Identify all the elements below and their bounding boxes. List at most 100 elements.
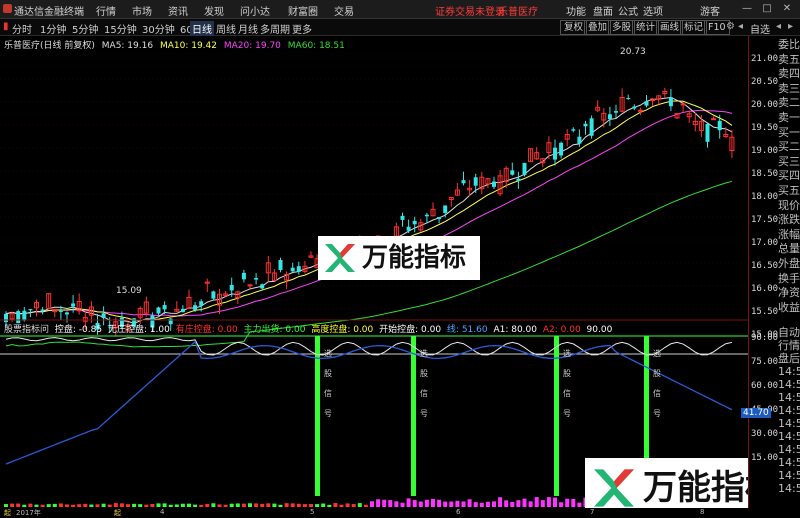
candle-body (211, 291, 216, 299)
quote-field-label: 卖四 (778, 67, 800, 81)
candle-body (717, 120, 722, 131)
candle-body (28, 309, 33, 311)
menu-quotes[interactable]: 行情 (96, 3, 116, 18)
control-bar (278, 504, 283, 507)
control-bar (327, 504, 332, 507)
period-daily[interactable]: 日线 (190, 21, 214, 36)
date-month-4: 4 (160, 508, 165, 516)
next-arrow-icon[interactable]: ▸ (788, 21, 793, 32)
stock-name-label: 乐普医疗(日线 前复权) (4, 41, 95, 51)
sub-legend-item: A2: 0.00 (540, 325, 581, 335)
candle-body (711, 118, 717, 121)
control-bar (101, 503, 106, 507)
period-weekly[interactable]: 周线 (216, 21, 236, 36)
quote-field-label: 总量 (778, 242, 800, 256)
control-bar (382, 499, 387, 507)
period-15min[interactable]: 15分钟 (104, 21, 137, 36)
candle-body (260, 284, 265, 289)
menu-news[interactable]: 资讯 (168, 3, 188, 18)
sub-legend: 股票指标问 控盘: -0.85 无庄控盘: 1.00 有庄控盘: 0.00 主力… (4, 322, 612, 335)
layout-icon[interactable]: ▮ (3, 21, 9, 32)
draw-button[interactable]: 画线 (656, 20, 684, 35)
trade-login-notice[interactable]: 证券交易未登录 (435, 3, 505, 18)
tick-time-label: 14:5 (778, 404, 800, 417)
signal-text-char: 号 (324, 409, 332, 418)
menu-market[interactable]: 市场 (132, 3, 152, 18)
period-1min[interactable]: 1分钟 (40, 21, 66, 36)
app-logo-icon (3, 4, 12, 13)
menu-assistant[interactable]: 问小达 (240, 3, 270, 18)
price-tick: 18.50 (751, 169, 779, 179)
control-bar (321, 503, 326, 507)
mark-button[interactable]: 标记 (680, 20, 708, 35)
menu-trade[interactable]: 交易 (334, 3, 354, 18)
ma5-label: MA5: 19.16 (101, 41, 154, 51)
control-bar (168, 504, 173, 507)
menu-function[interactable]: 功能 (566, 3, 586, 18)
candle-body (162, 305, 167, 310)
period-intraday[interactable]: 分时 (12, 21, 32, 36)
control-bar (162, 503, 167, 507)
control-bar (309, 504, 313, 507)
maximize-icon[interactable]: □ (760, 2, 774, 15)
candle-body (626, 98, 631, 100)
right-panel: 21.00 20.50 20.00 19.50 19.00 18.50 18.00 17.50… (741, 36, 800, 508)
multi-stock-button[interactable]: 多股 (608, 20, 636, 35)
control-bar (553, 497, 557, 507)
control-bar (174, 504, 179, 507)
signal-text-char: 选 (420, 348, 428, 358)
price-tick: 19.00 (751, 146, 779, 156)
control-bar (113, 503, 118, 507)
stats-button[interactable]: 统计 (632, 20, 660, 35)
price-tick: 20.00 (751, 100, 779, 110)
signal-text-char: 信 (420, 388, 428, 398)
menu-options[interactable]: 选项 (643, 3, 663, 18)
control-bar (571, 498, 576, 507)
candle-body (193, 305, 198, 310)
sub-legend-item: 有庄控盘: 0.00 (172, 325, 238, 335)
period-more[interactable]: 更多 (292, 21, 312, 36)
control-bar (34, 504, 39, 507)
minimize-icon[interactable]: — (740, 2, 754, 15)
menu-discover[interactable]: 发现 (204, 3, 224, 18)
control-bar (107, 504, 112, 507)
close-icon[interactable]: ✕ (780, 2, 794, 15)
ma60-label: MA60: 18.51 (287, 41, 345, 51)
control-bar (534, 497, 539, 507)
signal-text-char: 选 (324, 348, 332, 358)
control-bar (333, 503, 338, 507)
sub-legend-item: 控盘: -0.85 (54, 325, 103, 335)
tick-time-label: 14:5 (778, 417, 800, 430)
nav-watchlist[interactable]: 自选 (750, 21, 770, 36)
control-bar (266, 503, 271, 507)
current-stock-tab[interactable]: 乐普医疗 (498, 3, 538, 18)
title-bar: 通达信金融终端 行情 市场 资讯 发现 问小达 财富圈 交易 证券交易未登录 乐… (0, 0, 800, 19)
control-bar (71, 504, 76, 507)
overlay-button[interactable]: 叠加 (584, 20, 612, 35)
menu-board[interactable]: 盘面 (593, 3, 613, 18)
prev-arrow-icon[interactable]: ◂ (776, 21, 781, 32)
price-tick: 15.50 (751, 307, 779, 317)
app-title: 通达信金融终端 (14, 7, 84, 18)
control-bar (479, 502, 484, 507)
control-bar (370, 501, 374, 507)
settings-icon[interactable]: ⚙ (726, 21, 735, 32)
date-month-7: 7 (590, 508, 595, 516)
menu-wealth[interactable]: 财富圈 (288, 3, 318, 18)
period-multi[interactable]: 多周期 (260, 21, 290, 36)
guest-label[interactable]: 游客 (700, 3, 720, 18)
candle-body (180, 308, 185, 313)
control-bar (205, 503, 210, 507)
control-bar (217, 504, 222, 507)
signal-text-char: 选 (563, 348, 571, 358)
prev-icon[interactable]: ◂ (738, 21, 743, 32)
tick-time-label: 14:5 (778, 391, 800, 404)
menu-formula[interactable]: 公式 (618, 3, 638, 18)
control-bar (28, 503, 33, 507)
adjust-button[interactable]: 复权 (560, 20, 588, 35)
period-30min[interactable]: 30分钟 (142, 21, 175, 36)
candle-body (156, 307, 161, 314)
period-monthly[interactable]: 月线 (238, 21, 258, 36)
period-5min[interactable]: 5分钟 (72, 21, 98, 36)
control-bar (577, 502, 582, 507)
